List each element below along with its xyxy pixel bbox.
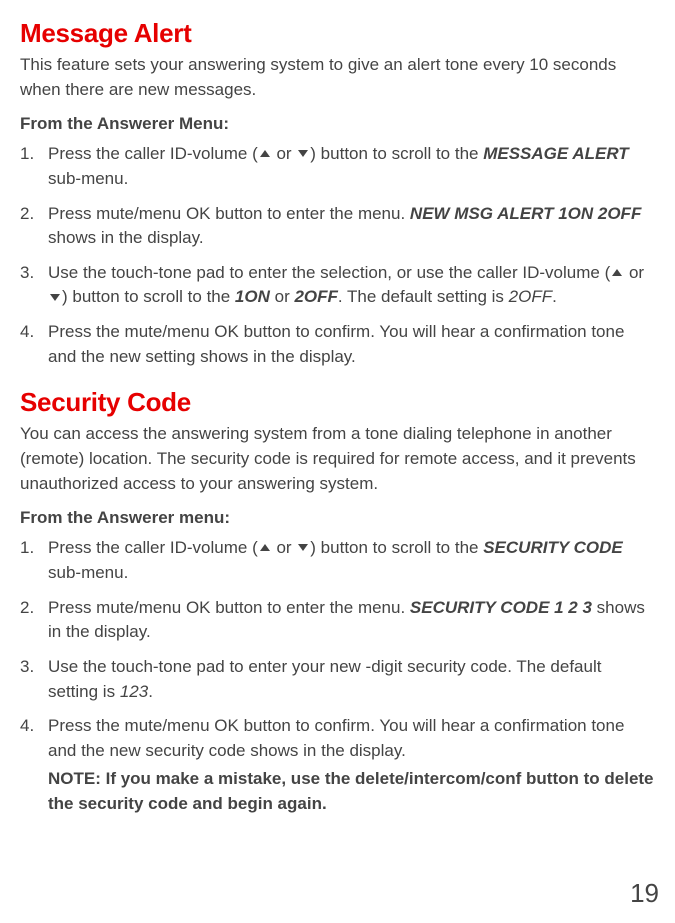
step-text: sub-menu. [48, 169, 128, 188]
emphasis: MESSAGE ALERT [483, 144, 628, 163]
list-item: Use the touch-tone pad to enter the sele… [48, 261, 655, 310]
triangle-down-icon [298, 150, 308, 157]
step-text: or [272, 144, 297, 163]
step-text: . The default setting is [338, 287, 509, 306]
list-item: Press the caller ID-volume ( or ) button… [48, 142, 655, 191]
heading-message-alert: Message Alert [20, 18, 655, 49]
step-text: Press the mute/menu OK button to confirm… [48, 322, 624, 366]
emphasis: SECURITY CODE 1 2 3 [410, 598, 592, 617]
step-text: . [552, 287, 557, 306]
list-item: Press mute/menu OK button to enter the m… [48, 202, 655, 251]
emphasis: 2OFF [509, 287, 552, 306]
step-text: ) button to scroll to the [310, 144, 483, 163]
step-text: shows in the display. [48, 228, 204, 247]
step-text: Press mute/menu OK button to enter the m… [48, 204, 410, 223]
page-number: 19 [630, 878, 659, 909]
list-item: Press the caller ID-volume ( or ) button… [48, 536, 655, 585]
triangle-up-icon [260, 544, 270, 551]
page-content: Message Alert This feature sets your ans… [0, 0, 675, 855]
emphasis: NEW MSG ALERT 1ON 2OFF [410, 204, 641, 223]
intro-message-alert: This feature sets your answering system … [20, 53, 655, 102]
subheading-answerer-menu-2: From the Answerer menu: [20, 508, 655, 528]
step-text: Press mute/menu OK button to enter the m… [48, 598, 410, 617]
list-item: Press mute/menu OK button to enter the m… [48, 596, 655, 645]
emphasis: 1ON [235, 287, 270, 306]
step-text: . [148, 682, 153, 701]
step-text: ) button to scroll to the [310, 538, 483, 557]
triangle-up-icon [260, 150, 270, 157]
step-text: ) button to scroll to the [62, 287, 235, 306]
subheading-answerer-menu-1: From the Answerer Menu: [20, 114, 655, 134]
intro-security-code: You can access the answering system from… [20, 422, 655, 496]
step-text: or [624, 263, 644, 282]
emphasis: SECURITY CODE [483, 538, 623, 557]
heading-security-code: Security Code [20, 387, 655, 418]
step-text: sub-menu. [48, 563, 128, 582]
steps-security-code: Press the caller ID-volume ( or ) button… [20, 536, 655, 816]
triangle-down-icon [50, 294, 60, 301]
step-text: Press the mute/menu OK button to confirm… [48, 716, 624, 760]
list-item: Press the mute/menu OK button to confirm… [48, 714, 655, 817]
step-text: Press the caller ID-volume ( [48, 144, 258, 163]
triangle-down-icon [298, 544, 308, 551]
list-item: Use the touch-tone pad to enter your new… [48, 655, 655, 704]
emphasis: 123 [120, 682, 148, 701]
steps-message-alert: Press the caller ID-volume ( or ) button… [20, 142, 655, 369]
emphasis: 2OFF [294, 287, 337, 306]
step-text: Press the caller ID-volume ( [48, 538, 258, 557]
list-item: Press the mute/menu OK button to confirm… [48, 320, 655, 369]
step-text: or [270, 287, 295, 306]
note-text: NOTE: If you make a mistake, use the del… [48, 767, 655, 816]
triangle-up-icon [612, 269, 622, 276]
step-text: Use the touch-tone pad to enter the sele… [48, 263, 610, 282]
step-text: or [272, 538, 297, 557]
